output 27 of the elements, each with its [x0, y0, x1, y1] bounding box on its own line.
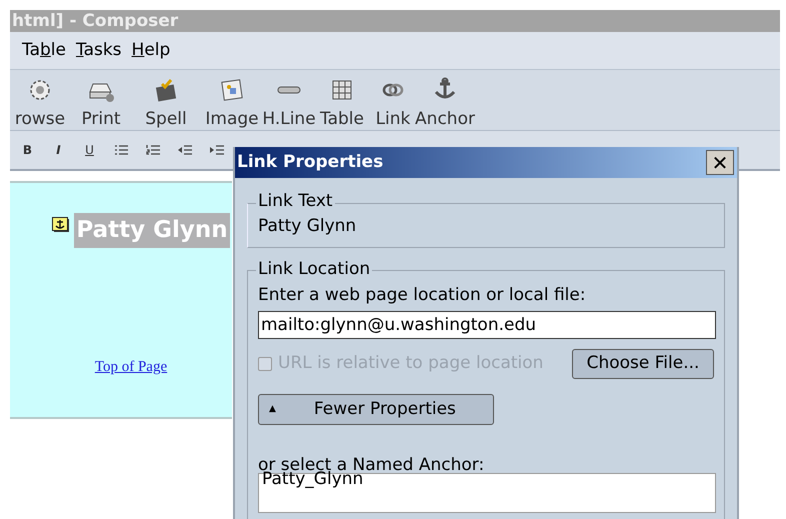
- location-prompt: Enter a web page location or local file:: [258, 284, 587, 307]
- toolbar-button[interactable]: Image: [200, 76, 264, 130]
- menu-item[interactable]: Tasks: [76, 38, 122, 64]
- top-of-page-link[interactable]: Top of Page: [94, 356, 168, 378]
- anchor-icon: [52, 217, 70, 234]
- link-text-value: Patty Glynn: [258, 215, 356, 238]
- choose-file-button[interactable]: Choose File...: [572, 349, 714, 379]
- toolbar-button[interactable]: Link: [370, 76, 416, 130]
- dialog-title: Link Properties: [237, 150, 384, 174]
- toolbar-button[interactable]: Print: [70, 76, 132, 130]
- collapse-arrow-icon: ▲: [269, 402, 276, 416]
- toolbar-button[interactable]: Table: [314, 76, 370, 130]
- menu-item[interactable]: Table: [22, 38, 66, 64]
- fewer-properties-button[interactable]: ▲ Fewer Properties: [258, 394, 494, 425]
- location-field[interactable]: mailto:glynn@u.washington.edu: [258, 311, 716, 339]
- toolbar-button[interactable]: H.Line: [264, 76, 314, 130]
- close-button[interactable]: ✕: [706, 150, 734, 175]
- hline-icon: [277, 86, 301, 94]
- window-title: html] - Composer: [10, 10, 780, 32]
- heading-text: Patty Glynn: [74, 213, 230, 248]
- menu-item[interactable]: Help: [132, 38, 170, 64]
- toolbar-button[interactable]: rowse: [10, 76, 70, 130]
- format-button[interactable]: B: [12, 141, 43, 159]
- toolbar-button[interactable]: Anchor: [416, 76, 474, 130]
- format-button[interactable]: I: [43, 141, 74, 159]
- toolbar-button[interactable]: Spell: [132, 76, 200, 130]
- format-button[interactable]: U: [74, 141, 105, 159]
